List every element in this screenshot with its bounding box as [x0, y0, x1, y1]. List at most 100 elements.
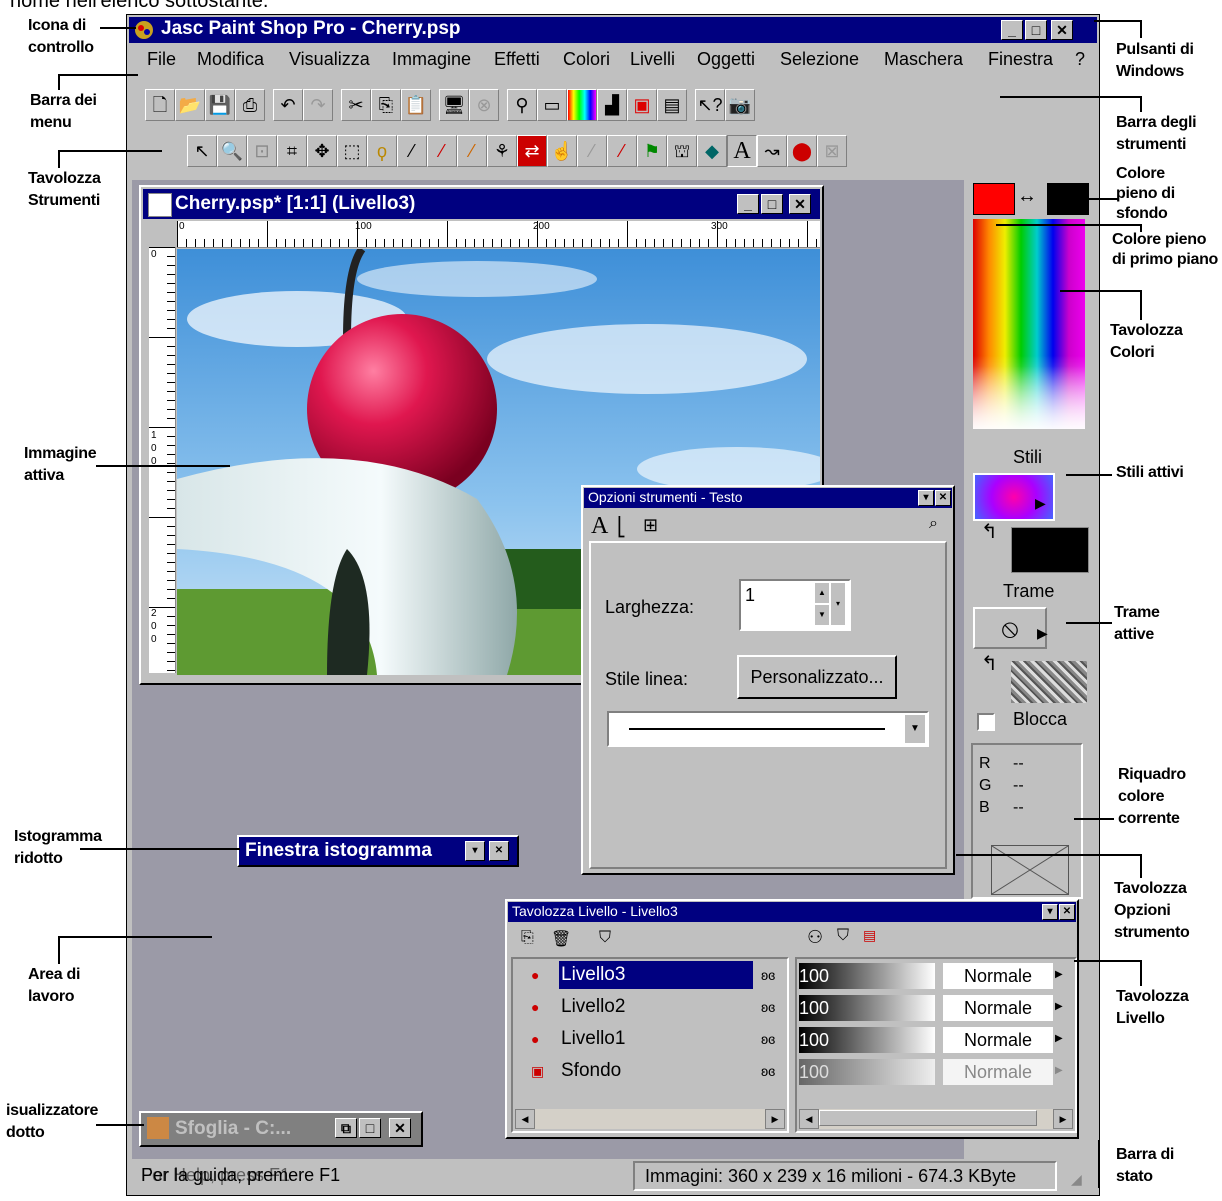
draw-tool-icon[interactable]: ↝	[757, 135, 787, 167]
layer-name[interactable]: Livello1	[559, 1025, 753, 1053]
layer-names-scrollbar[interactable]: ◀ ▶	[515, 1109, 785, 1129]
resize-grip-icon[interactable]: ◢	[1071, 1171, 1082, 1188]
zoom-tool-icon[interactable]: 🔍	[217, 135, 247, 167]
open-icon[interactable]: 📂	[175, 89, 205, 121]
eraser-tool-icon[interactable]: ⁄	[607, 135, 637, 167]
blend-mode-arrow-icon[interactable]: ▶	[1055, 1033, 1063, 1044]
crop-tool-icon[interactable]: ⌗	[277, 135, 307, 167]
mask-layer-icon[interactable]: ⛉	[599, 929, 611, 947]
layer-blend-mode[interactable]: Normale	[943, 963, 1053, 989]
wand-tool-icon[interactable]: ⁄	[397, 135, 427, 167]
clone-tool-icon[interactable]: ⚘	[487, 135, 517, 167]
swap-textures-icon[interactable]: ↰	[981, 651, 998, 676]
app-title-bar[interactable]: Jasc Paint Shop Pro - Cherry.psp _ □ ✕	[129, 17, 1097, 43]
picture-tube-icon[interactable]: ⚑	[637, 135, 667, 167]
menu-help[interactable]: ?	[1075, 49, 1085, 70]
custom-button[interactable]: Personalizzato...	[737, 655, 897, 699]
save-icon[interactable]: 💾	[205, 89, 235, 121]
layer-name[interactable]: Sfondo	[559, 1057, 753, 1085]
vector-tool-icon[interactable]: ⊠	[817, 135, 847, 167]
airbrush-tool-icon[interactable]: ⛫	[667, 135, 697, 167]
tool-options-title-bar[interactable]: Opzioni strumenti - Testo ▾ ✕	[584, 488, 952, 508]
swap-styles-icon[interactable]: ↰	[981, 519, 998, 544]
print-icon[interactable]: ⎙	[235, 89, 265, 121]
layer-name[interactable]: Livello3	[559, 961, 753, 989]
undo-icon[interactable]: ↶	[273, 89, 303, 121]
cut-icon[interactable]: ✂	[341, 89, 371, 121]
fill-tool-icon[interactable]: ◆	[697, 135, 727, 167]
layers-title-bar[interactable]: Tavolozza Livello - Livello3 ▾ ✕	[508, 902, 1076, 922]
image-close-button[interactable]: ✕	[789, 194, 811, 214]
layer-row[interactable]: ● Livello3 ʚɞ	[515, 961, 785, 991]
toggle-tools-icon[interactable]: ⚲	[507, 89, 537, 121]
layer-row[interactable]: ● Livello1 ʚɞ	[515, 1025, 785, 1055]
histogram-rollup-button[interactable]: ▾	[465, 841, 485, 861]
new-layer-icon[interactable]: ⎘	[521, 929, 534, 947]
tool-options-palette[interactable]: Opzioni strumenti - Testo ▾ ✕ A ⎣ ⊞ ⌕ La…	[581, 485, 955, 875]
retouch-tool-icon[interactable]: ☝	[547, 135, 577, 167]
maximize-button[interactable]: □	[1025, 20, 1047, 40]
screen-icon[interactable]: 🖥	[439, 89, 469, 121]
scratch-tool-icon[interactable]: ⁄	[577, 135, 607, 167]
active-texture-background[interactable]	[1011, 661, 1087, 703]
tool-options-rollup-button[interactable]: ▾	[918, 490, 934, 506]
blend-mode-arrow-icon[interactable]: ▶	[1055, 1001, 1063, 1012]
layer-name[interactable]: Livello2	[559, 993, 753, 1021]
menu-file[interactable]: File	[147, 49, 176, 70]
copy-icon[interactable]: ⎘	[371, 89, 401, 121]
brush-tool-icon[interactable]: ⁄	[457, 135, 487, 167]
paste-icon[interactable]: 📋	[401, 89, 431, 121]
menu-livelli[interactable]: Livelli	[630, 49, 675, 70]
browser-minimized[interactable]: Sfoglia - C:... ⧉ □ ✕	[139, 1111, 423, 1147]
replace-tool-icon[interactable]: ⇄	[517, 135, 547, 167]
layer-opacity[interactable]: 100	[799, 995, 935, 1021]
new-icon[interactable]: 🗋	[145, 89, 175, 121]
active-style-background[interactable]	[1011, 527, 1089, 573]
text-tab-icon[interactable]: A	[591, 513, 608, 540]
lasso-tool-icon[interactable]: ϙ	[367, 135, 397, 167]
layer-visibility-icon[interactable]: ʚɞ	[761, 1031, 775, 1047]
browser-maximize-button[interactable]: □	[359, 1118, 381, 1138]
layer-tab-visibility-icon[interactable]: ⚇	[807, 927, 823, 948]
width-down-arrow-icon[interactable]: ▼	[815, 605, 829, 625]
layers-close-button[interactable]: ✕	[1059, 904, 1075, 920]
deform-tool-icon[interactable]: ⊡	[247, 135, 277, 167]
menu-colori[interactable]: Colori	[563, 49, 610, 70]
swap-colors-icon[interactable]: ↔	[1017, 185, 1037, 208]
help-icon[interactable]: ↖?	[695, 89, 725, 121]
menu-modifica[interactable]: Modifica	[197, 49, 264, 70]
selection-tool-icon[interactable]: ⬚	[337, 135, 367, 167]
menu-visualizza[interactable]: Visualizza	[289, 49, 370, 70]
layer-opacity[interactable]: 100	[799, 1059, 935, 1085]
toggle-colors-icon[interactable]	[567, 89, 597, 121]
disabled-icon[interactable]: ⊗	[469, 89, 499, 121]
layers-icon[interactable]: ▣	[627, 89, 657, 121]
background-color-swatch[interactable]	[1047, 183, 1089, 215]
camera-icon[interactable]: 📷	[725, 89, 755, 121]
layer-blend-mode[interactable]: Normale	[943, 995, 1053, 1021]
width-up-arrow-icon[interactable]: ▲	[815, 583, 829, 603]
browser-restore-button[interactable]: ⧉	[335, 1118, 357, 1138]
histogram-window[interactable]: Finestra istogramma ▾ ✕	[237, 835, 519, 867]
color-spectrum[interactable]	[973, 219, 1085, 429]
layer-row[interactable]: ● Livello2 ʚɞ	[515, 993, 785, 1023]
menu-maschera[interactable]: Maschera	[884, 49, 963, 70]
style-dropdown-arrow-icon[interactable]: ▶	[1035, 495, 1046, 512]
layer-props-scrollbar[interactable]: ◀ ▶	[799, 1109, 1073, 1129]
shape-tool-icon[interactable]: ⬤	[787, 135, 817, 167]
layer-visibility-icon[interactable]: ʚɞ	[761, 967, 775, 983]
layer-tab-groups-icon[interactable]: ▤	[863, 927, 876, 944]
text-tool-icon[interactable]: A	[727, 135, 757, 167]
browser-close-button[interactable]: ✕	[389, 1118, 411, 1138]
control-icon[interactable]	[133, 19, 155, 41]
arrow-tool-icon[interactable]: ↖	[187, 135, 217, 167]
layer-opacity[interactable]: 100	[799, 1027, 935, 1053]
tool-options-pin-icon[interactable]: ⌕	[929, 515, 938, 533]
menu-effetti[interactable]: Effetti	[494, 49, 540, 70]
active-texture-foreground[interactable]: ⦸	[973, 607, 1047, 649]
layer-row[interactable]: ▣ Sfondo ʚɞ	[515, 1057, 785, 1087]
histogram-close-button[interactable]: ✕	[489, 841, 509, 861]
dropper-tool-icon[interactable]: ⁄	[427, 135, 457, 167]
tool-options-close-button[interactable]: ✕	[935, 490, 951, 506]
histogram-icon[interactable]: ▟	[597, 89, 627, 121]
